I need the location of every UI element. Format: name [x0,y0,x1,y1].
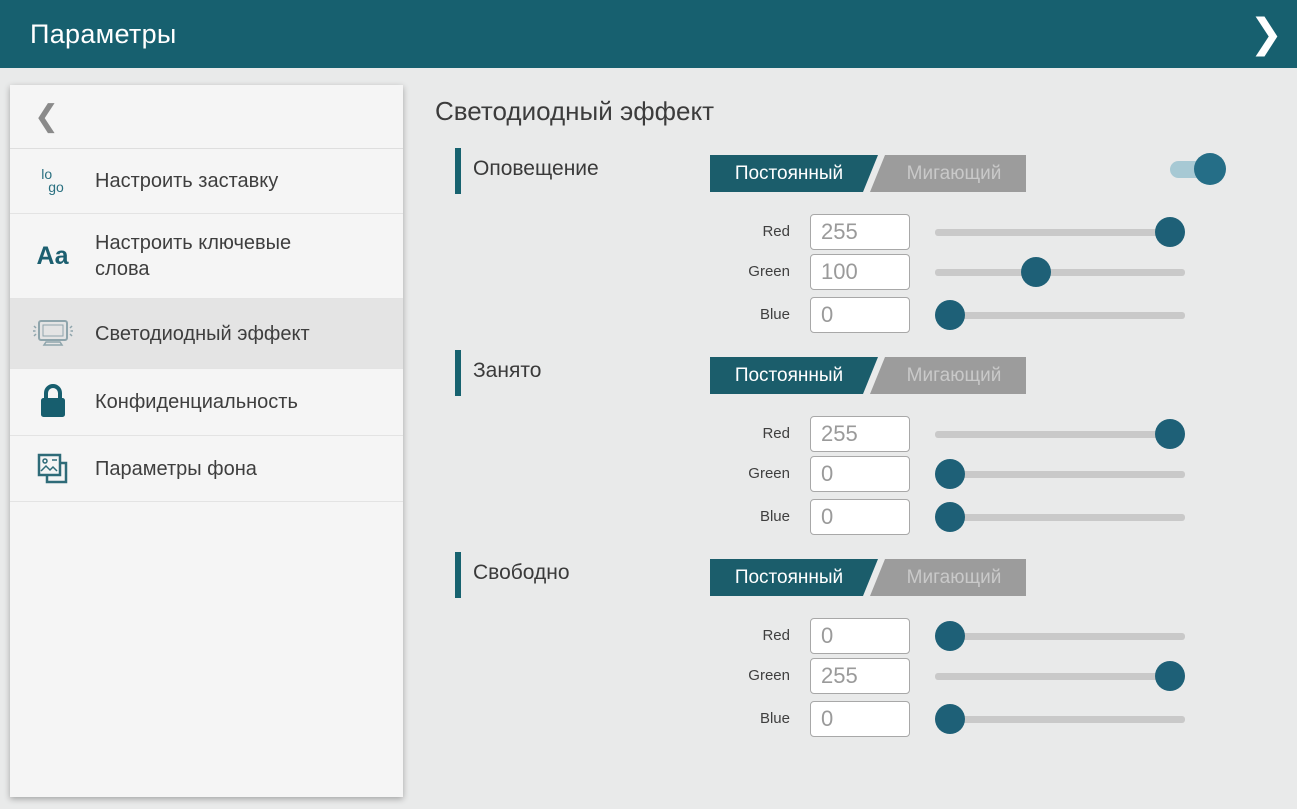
channel-label: Red [635,214,790,250]
channel-label: Red [635,416,790,452]
chevron-left-icon: ❮ [34,99,59,134]
logo-icon: lo go [10,168,95,194]
slider-thumb[interactable] [935,459,965,489]
green-slider[interactable] [935,658,1185,694]
sidebar-item-label: Светодиодный эффект [95,321,310,347]
led-display-icon [10,316,95,352]
section-name: Оповещение [473,157,599,181]
channel-row-red: Red [435,618,1235,654]
channel-row-blue: Blue [435,701,1235,737]
slider-track [935,633,1185,640]
channel-row-blue: Blue [435,297,1235,333]
channel-row-red: Red [435,416,1235,452]
section-accent-bar [455,350,461,396]
text-aa-icon: Aa [10,242,95,271]
sidebar-item-label: Конфиденциальность [95,389,298,415]
channel-label: Green [635,456,790,492]
led-section-busy: Занято Постоянный Мигающий Red Green Blu… [435,350,1235,545]
red-slider[interactable] [935,618,1185,654]
header-bar: Параметры ❯ [0,0,1297,68]
enable-switch[interactable] [1170,158,1228,180]
slider-track [935,312,1185,319]
channel-row-green: Green [435,456,1235,492]
lock-icon [10,383,95,421]
green-slider[interactable] [935,456,1185,492]
sidebar: ❮ lo go Настроить заставку Aa Настроить … [10,85,403,797]
mode-blinking-button[interactable]: Мигающий [870,357,1026,394]
chevron-right-icon[interactable]: ❯ [1249,8,1283,60]
page-title: Параметры [30,19,177,50]
mode-toggle-group: Постоянный Мигающий [710,559,1026,596]
section-accent-bar [455,552,461,598]
mode-solid-button[interactable]: Постоянный [710,357,878,394]
content-title: Светодиодный эффект [435,96,714,127]
slider-track [935,269,1185,276]
red-slider[interactable] [935,416,1185,452]
slider-thumb[interactable] [1155,661,1185,691]
slider-thumb[interactable] [1155,419,1185,449]
slider-track [935,514,1185,521]
section-name: Свободно [473,561,570,585]
sidebar-item-label: Параметры фона [95,456,257,482]
channel-label: Green [635,658,790,694]
channel-row-blue: Blue [435,499,1235,535]
sidebar-item-label: Настроить ключевые слова [95,230,335,282]
blue-value-input[interactable] [810,499,910,535]
sidebar-item-keywords[interactable]: Aa Настроить ключевые слова [10,214,403,299]
blue-slider[interactable] [935,701,1185,737]
red-value-input[interactable] [810,618,910,654]
sidebar-item-led-effect[interactable]: Светодиодный эффект [10,299,403,369]
slider-track [935,431,1185,438]
green-value-input[interactable] [810,456,910,492]
mode-solid-button[interactable]: Постоянный [710,559,878,596]
sidebar-item-label: Настроить заставку [95,168,278,194]
red-slider[interactable] [935,214,1185,250]
slider-track [935,471,1185,478]
channel-label: Red [635,618,790,654]
channel-label: Green [635,254,790,290]
mode-blinking-button[interactable]: Мигающий [870,559,1026,596]
blue-value-input[interactable] [810,297,910,333]
green-value-input[interactable] [810,658,910,694]
red-value-input[interactable] [810,214,910,250]
led-section-free: Свободно Постоянный Мигающий Red Green B… [435,552,1235,747]
slider-thumb[interactable] [935,300,965,330]
slider-track [935,673,1185,680]
blue-value-input[interactable] [810,701,910,737]
slider-thumb[interactable] [1021,257,1051,287]
mode-solid-button[interactable]: Постоянный [710,155,878,192]
switch-knob [1194,153,1226,185]
channel-row-green: Green [435,254,1235,290]
green-slider[interactable] [935,254,1185,290]
channel-label: Blue [635,701,790,737]
slider-thumb[interactable] [935,502,965,532]
blue-slider[interactable] [935,499,1185,535]
blue-slider[interactable] [935,297,1185,333]
background-images-icon [10,449,95,489]
section-name: Занято [473,359,541,383]
slider-thumb[interactable] [935,704,965,734]
slider-track [935,229,1185,236]
mode-blinking-button[interactable]: Мигающий [870,155,1026,192]
slider-thumb[interactable] [935,621,965,651]
green-value-input[interactable] [810,254,910,290]
slider-thumb[interactable] [1155,217,1185,247]
sidebar-back-button[interactable]: ❮ [10,85,403,149]
sidebar-item-background[interactable]: Параметры фона [10,436,403,502]
sidebar-item-privacy[interactable]: Конфиденциальность [10,369,403,436]
red-value-input[interactable] [810,416,910,452]
led-section-notification: Оповещение Постоянный Мигающий Red Green [435,148,1235,343]
mode-toggle-group: Постоянный Мигающий [710,155,1026,192]
slider-track [935,716,1185,723]
channel-row-red: Red [435,214,1235,250]
mode-toggle-group: Постоянный Мигающий [710,357,1026,394]
channel-label: Blue [635,297,790,333]
sidebar-item-splash-screen[interactable]: lo go Настроить заставку [10,149,403,214]
channel-label: Blue [635,499,790,535]
channel-row-green: Green [435,658,1235,694]
main-content: Светодиодный эффект Оповещение Постоянны… [435,68,1297,809]
section-accent-bar [455,148,461,194]
